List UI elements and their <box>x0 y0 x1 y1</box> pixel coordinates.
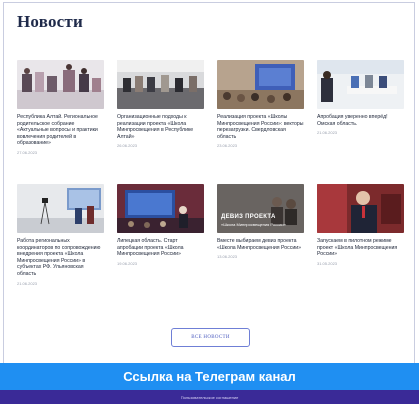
news-card-title: Липецкая область. Старт апробации проект… <box>117 238 184 258</box>
news-photo <box>317 184 404 233</box>
news-photo <box>117 60 204 109</box>
news-card-date: 21.06.2023 <box>317 130 338 136</box>
news-card-title: Реализация проекта «Школы Минпросвещения… <box>217 114 304 140</box>
news-card[interactable]: Запускаем в пилотном режиме проект «Школ… <box>317 184 404 266</box>
telegram-link-button[interactable]: Ссылка на Телеграм канал <box>0 363 419 390</box>
news-card-title: Запускаем в пилотном режиме проект «Школ… <box>317 238 398 258</box>
news-card-title: Организационные подходы к реализации про… <box>117 114 194 140</box>
photo-overlay-subtitle: «Школа Минпросвещения России» <box>221 222 286 227</box>
news-photo <box>117 184 204 233</box>
news-card-date: 19.06.2023 <box>117 260 138 266</box>
news-photo: ДЕВИЗ ПРОЕКТА «Школа Минпросвещения Росс… <box>217 184 304 233</box>
footer-bar: Пользовательское соглашение <box>0 390 419 404</box>
news-card-title: Апробация уверенно вперёд! Омская област… <box>317 114 388 127</box>
news-card[interactable]: Липецкая область. Старт апробации проект… <box>117 184 204 266</box>
news-card[interactable]: Организационные подходы к реализации про… <box>117 60 204 148</box>
news-card-title: Республика Алтай. Региональное родительс… <box>17 114 98 147</box>
news-card-date: 21.06.2023 <box>17 280 38 286</box>
news-card-date: 31.05.2023 <box>317 260 338 266</box>
user-agreement-link[interactable]: Пользовательское соглашение <box>181 395 239 400</box>
news-photo <box>217 60 304 109</box>
news-card-date: 26.06.2023 <box>117 143 138 149</box>
news-photo <box>17 184 104 233</box>
news-card-date: 13.06.2023 <box>217 254 238 260</box>
news-card[interactable]: Республика Алтай. Региональное родительс… <box>17 60 104 155</box>
news-photo <box>17 60 104 109</box>
news-card[interactable]: Реализация проекта «Школы Минпросвещения… <box>217 60 304 148</box>
news-photo <box>317 60 404 109</box>
news-card-title: Работа региональных координаторов по соп… <box>17 238 101 277</box>
photo-overlay-title: ДЕВИЗ ПРОЕКТА <box>221 214 276 220</box>
news-card-date: 27.06.2023 <box>17 149 38 155</box>
news-card[interactable]: Апробация уверенно вперёд! Омская област… <box>317 60 404 135</box>
all-news-button[interactable]: ВСЕ НОВОСТИ <box>171 328 250 347</box>
news-card[interactable]: ДЕВИЗ ПРОЕКТА «Школа Минпросвещения Росс… <box>217 184 304 259</box>
news-card-title: Вместе выбираем девиз проекта «Школа Мин… <box>217 238 302 251</box>
news-card[interactable]: Работа региональных координаторов по соп… <box>17 184 104 286</box>
section-title: Новости <box>17 12 83 31</box>
news-card-date: 23.06.2023 <box>217 143 238 149</box>
